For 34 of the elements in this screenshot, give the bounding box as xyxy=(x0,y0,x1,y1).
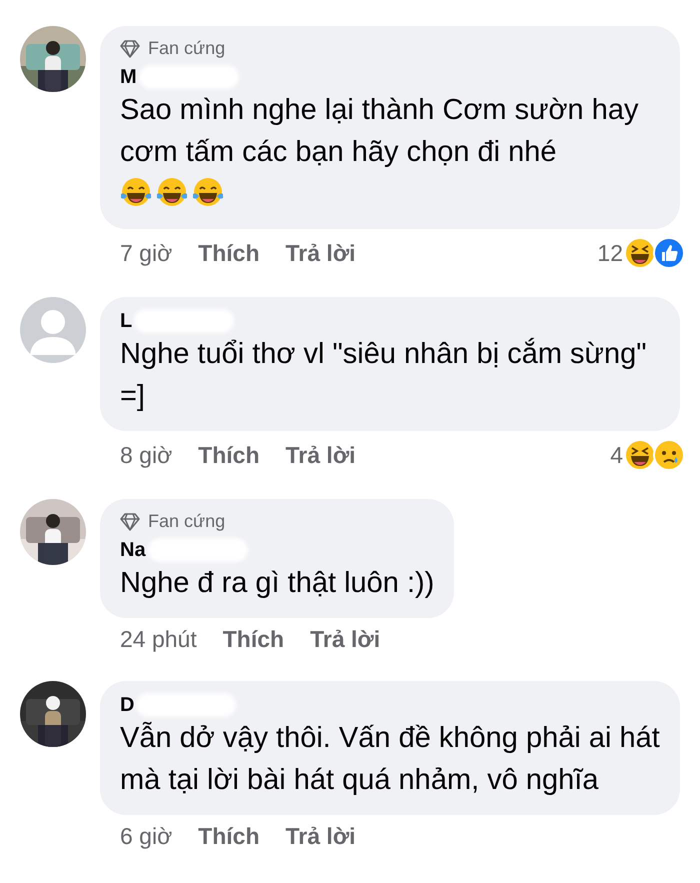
like-link[interactable]: Thích xyxy=(222,626,284,653)
commenter-name[interactable]: Na xyxy=(120,538,146,562)
reaction-count[interactable]: 12 xyxy=(597,240,623,266)
comment-time: 6 giờ xyxy=(120,823,172,850)
like-link[interactable]: Thích xyxy=(198,240,260,266)
comment-time: 8 giờ xyxy=(120,442,172,468)
diamond-icon xyxy=(120,40,140,58)
comment-text: Nghe tuổi thơ vl "siêu nhân bị cắm sừng" =] xyxy=(120,336,648,414)
comment-text: Sao mình nghe lại thành Cơm sườn hay cơm tấm các bạn hãy chọn đi nhé xyxy=(120,93,640,170)
like-link[interactable]: Thích xyxy=(198,442,260,468)
reaction-count[interactable]: 4 xyxy=(610,442,623,468)
crying-face-icon[interactable] xyxy=(653,439,685,471)
comment-text: Nghe đ ra gì thật luôn :)) xyxy=(120,566,434,601)
commenter-name[interactable]: D xyxy=(120,694,134,716)
comment-time: 7 giờ xyxy=(120,240,172,266)
reply-link[interactable]: Trả lời xyxy=(286,442,356,468)
laughing-tears-icon xyxy=(156,176,188,208)
laughing-face-icon[interactable] xyxy=(624,237,656,269)
commenter-name[interactable]: L xyxy=(120,310,132,332)
avatar-icon xyxy=(20,297,86,363)
fan-label: Fan cứng xyxy=(148,511,226,532)
reply-link[interactable]: Trả lời xyxy=(310,626,380,653)
reply-link[interactable]: Trả lời xyxy=(286,823,356,850)
like-link[interactable]: Thích xyxy=(198,823,260,850)
commenter-name[interactable]: M xyxy=(120,66,137,88)
fan-label: Fan cứng xyxy=(148,38,226,59)
laughing-tears-icon xyxy=(192,176,224,208)
reply-link[interactable]: Trả lời xyxy=(286,240,356,266)
comment-text: Vẫn dở vậy thôi. Vấn đề không phải ai hát mà tại lời bài hát quá nhảm, vô nghĩa xyxy=(120,720,660,798)
laughing-tears-icon xyxy=(120,176,152,208)
diamond-icon xyxy=(120,512,140,530)
laughing-face-icon[interactable] xyxy=(624,439,656,471)
comment-time: 24 phút xyxy=(120,626,197,653)
thumbs-up-icon[interactable] xyxy=(653,237,685,269)
